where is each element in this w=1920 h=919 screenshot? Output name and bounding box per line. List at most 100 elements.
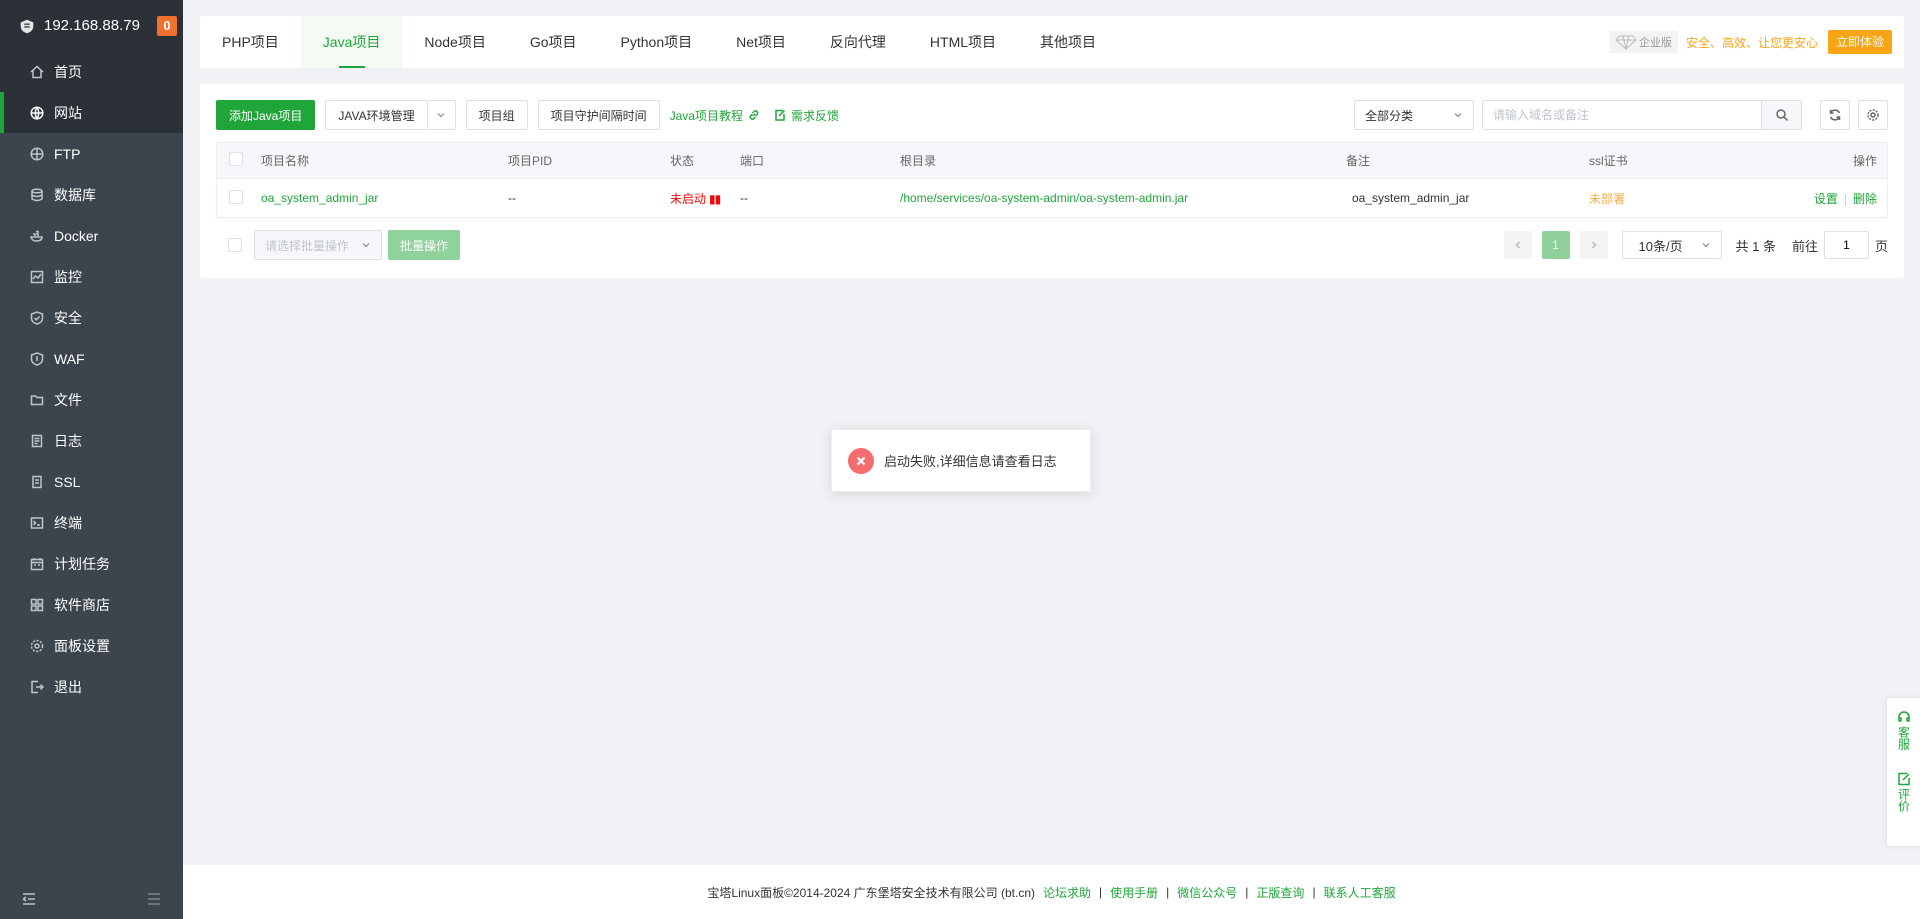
page-number[interactable]: 1 [1541,231,1570,259]
chevron-down-icon [1454,113,1462,118]
tab-html[interactable]: HTML项目 [908,16,1018,68]
chevron-right-icon [1591,241,1597,249]
select-all-checkbox[interactable] [229,152,243,166]
error-icon [848,447,874,474]
goto-page-input[interactable] [1823,231,1869,259]
server-ip[interactable]: 192.168.88.79 [44,17,157,34]
add-java-project-button[interactable]: 添加Java项目 [216,100,316,130]
try-now-button[interactable]: 立即体验 [1827,30,1892,54]
java-env-dropdown[interactable] [427,100,456,130]
total-count: 共 1 条 [1735,238,1776,254]
forum-help-link[interactable]: 论坛求助 [1043,884,1091,901]
search-box [1482,100,1802,130]
tab-reverse-proxy[interactable]: 反向代理 [808,16,908,68]
terminal-icon [30,516,44,529]
guard-interval-button[interactable]: 项目守护间隔时间 [537,100,660,130]
diamond-icon [1615,35,1637,50]
row-checkbox[interactable] [229,189,243,204]
sidebar-menu: 首页 网站 FTP 数据库 Docker 监控 安全 WAF 文件 日志 SSL… [0,51,183,707]
next-page-button[interactable] [1579,231,1608,259]
collapse-menu-icon[interactable] [22,892,36,906]
license-check-link[interactable]: 正版查询 [1256,884,1304,901]
list-menu-icon[interactable] [147,892,161,906]
tab-java[interactable]: Java项目 [300,16,403,68]
sidebar-item-label: 面板设置 [54,637,110,654]
project-ssl-status[interactable]: 未部署 [1589,190,1775,207]
sidebar-item-security[interactable]: 安全 [0,297,183,338]
java-tutorial-link[interactable]: Java项目教程 [670,107,760,124]
header-pid: 项目PID [508,154,553,168]
tab-net[interactable]: Net项目 [714,16,808,68]
error-toast: 启动失败,详细信息请查看日志 [831,429,1091,492]
project-status[interactable]: 未启动 ▮▮ [670,190,740,207]
page-size-select[interactable]: 10条/页 [1621,231,1722,259]
sidebar-item-logout[interactable]: 退出 [0,666,183,707]
sidebar-item-ssl[interactable]: SSL [0,461,183,502]
batch-operation-button[interactable]: 批量操作 [388,230,461,260]
search-input[interactable] [1483,101,1761,129]
review-button[interactable]: 评价 [1897,772,1911,812]
tab-php[interactable]: PHP项目 [200,16,301,68]
table-row: oa_system_admin_jar -- 未启动 ▮▮ -- /home/se… [217,179,1887,217]
prev-page-button[interactable] [1503,231,1532,259]
sidebar-item-files[interactable]: 文件 [0,379,183,420]
batch-operation-select[interactable]: 请选择批量操作 [254,230,382,260]
notification-badge[interactable]: 0 [157,15,177,36]
ssl-icon [32,475,42,488]
project-root-link[interactable]: /home/services/oa-system-admin/oa-system… [900,191,1346,205]
footer-select-all-checkbox[interactable] [228,238,242,252]
tab-other[interactable]: 其他项目 [1018,16,1118,68]
sidebar-item-terminal[interactable]: 终端 [0,502,183,543]
category-select[interactable]: 全部分类 [1354,100,1474,130]
sidebar-item-website[interactable]: 网站 [0,92,183,133]
table-header: 项目名称 项目PID 状态 端口 根目录 备注 ssl证书 操作 [217,143,1887,179]
server-header: 192.168.88.79 0 [0,0,183,51]
header-note: 备注 [1346,154,1371,168]
sidebar-item-docker[interactable]: Docker [0,215,183,256]
table-settings-button[interactable] [1858,100,1888,130]
project-tabs: PHP项目 Java项目 Node项目 Go项目 Python项目 Net项目 … [200,16,1904,68]
refresh-icon [1829,109,1841,121]
project-note[interactable]: oa_system_admin_jar [1346,191,1589,205]
wechat-link[interactable]: 微信公众号 [1177,884,1237,901]
chevron-down-icon [1702,243,1709,248]
sidebar-item-home[interactable]: 首页 [0,51,183,92]
sidebar: 192.168.88.79 0 首页 网站 FTP 数据库 Docker 监控 … [0,0,183,919]
sidebar-item-logs[interactable]: 日志 [0,420,183,461]
link-icon [749,110,759,120]
globe-icon [30,105,44,120]
sidebar-item-label: 退出 [54,678,82,695]
sidebar-item-store[interactable]: 软件商店 [0,584,183,625]
tab-python[interactable]: Python项目 [599,16,715,68]
sidebar-item-ftp[interactable]: FTP [0,133,183,174]
tab-go[interactable]: Go项目 [508,16,599,68]
search-button[interactable] [1761,101,1801,129]
feedback-link[interactable]: 需求反馈 [774,107,839,124]
manual-link[interactable]: 使用手册 [1110,884,1158,901]
refresh-button[interactable] [1820,100,1850,130]
customer-service-button[interactable]: 客服 [1897,710,1911,750]
docker-icon [30,230,43,242]
sidebar-item-waf[interactable]: WAF [0,338,183,379]
bt-logo-icon [20,19,34,33]
sidebar-item-label: 日志 [54,432,82,449]
sidebar-item-label: 网站 [54,104,82,121]
sidebar-item-monitor[interactable]: 监控 [0,256,183,297]
contact-support-link[interactable]: 联系人工客服 [1324,884,1396,901]
store-icon [30,598,44,611]
project-name-link[interactable]: oa_system_admin_jar [261,191,508,205]
chevron-down-icon [362,243,370,248]
sidebar-item-database[interactable]: 数据库 [0,174,183,215]
delete-link[interactable]: 删除 [1853,192,1877,206]
project-table: 项目名称 项目PID 状态 端口 根目录 备注 ssl证书 操作 oa_syst… [216,142,1888,218]
tab-node[interactable]: Node项目 [402,16,507,68]
sidebar-item-cron[interactable]: 计划任务 [0,543,183,584]
chevron-down-icon [437,113,445,118]
sidebar-item-label: 监控 [54,268,82,285]
settings-link[interactable]: 设置 [1814,192,1838,206]
sidebar-item-settings[interactable]: 面板设置 [0,625,183,666]
folder-icon [30,394,44,405]
sidebar-item-label: Docker [54,227,99,244]
project-group-button[interactable]: 项目组 [465,100,528,130]
java-env-button[interactable]: JAVA环境管理 [325,100,428,130]
